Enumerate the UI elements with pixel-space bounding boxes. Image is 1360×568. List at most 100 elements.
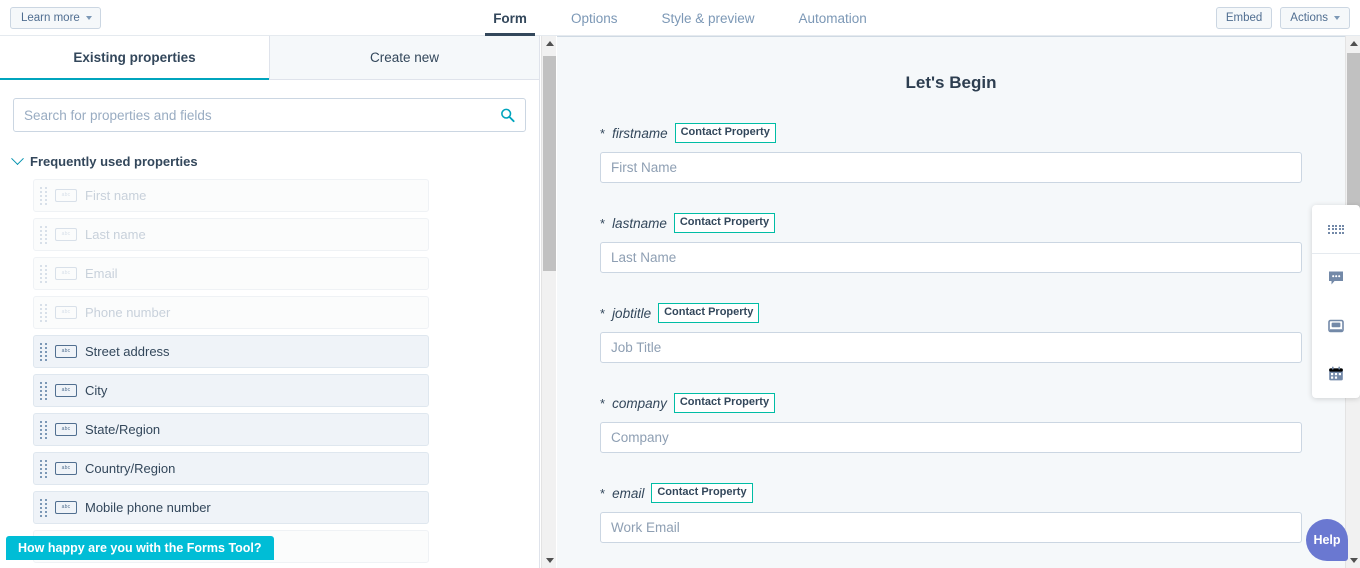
- feedback-banner[interactable]: How happy are you with the Forms Tool?: [6, 536, 274, 560]
- field-label-row: * email Contact Property: [600, 483, 1302, 503]
- email-input[interactable]: Work Email: [600, 512, 1302, 543]
- form-field-jobtitle: * jobtitle Contact Property Job Title: [600, 273, 1302, 363]
- field-name-label: lastname: [612, 215, 667, 231]
- lastname-input[interactable]: Last Name: [600, 242, 1302, 273]
- field-name-label: jobtitle: [612, 305, 652, 321]
- main-nav-tabs: Form Options Style & preview Automation: [0, 0, 1360, 36]
- text-field-icon: abc: [55, 306, 77, 319]
- list-item[interactable]: abc State/Region: [33, 413, 429, 446]
- form-preview: Let's Begin * firstname Contact Property…: [557, 36, 1345, 568]
- scroll-up-arrow-icon[interactable]: [1346, 36, 1360, 51]
- list-item[interactable]: abc Street address: [33, 335, 429, 368]
- field-name-label: company: [612, 395, 667, 411]
- list-item: abc Last name: [33, 218, 429, 251]
- field-label-row: * firstname Contact Property: [600, 123, 1302, 143]
- frequently-used-properties-header[interactable]: Frequently used properties: [0, 132, 539, 179]
- required-indicator: *: [600, 215, 606, 231]
- scroll-down-arrow-icon[interactable]: [542, 553, 557, 568]
- list-item: abc Phone number: [33, 296, 429, 329]
- panel-tab-existing-properties[interactable]: Existing properties: [0, 36, 269, 80]
- toolbar-chat-button[interactable]: [1312, 254, 1360, 302]
- required-indicator: *: [600, 395, 606, 411]
- text-field-icon: abc: [55, 228, 77, 241]
- embed-button[interactable]: Embed: [1215, 7, 1273, 29]
- search-icon[interactable]: [500, 108, 515, 123]
- panel-tab-existing-properties-label: Existing properties: [73, 49, 196, 65]
- list-item: abc Email: [33, 257, 429, 290]
- list-item-label: State/Region: [85, 422, 161, 437]
- chevron-down-icon: [1334, 16, 1340, 20]
- drag-handle-icon[interactable]: [40, 381, 47, 400]
- form-field-email: * email Contact Property Work Email: [600, 453, 1302, 543]
- field-name-label: firstname: [612, 125, 668, 141]
- list-item-label: Email: [85, 266, 118, 281]
- top-bar-actions: Embed Actions: [1215, 0, 1350, 36]
- toolbar-drag-handle[interactable]: [1312, 205, 1360, 253]
- drag-handle-icon[interactable]: [40, 498, 47, 517]
- required-indicator: *: [600, 485, 606, 501]
- company-input[interactable]: Company: [600, 422, 1302, 453]
- drag-handle-icon[interactable]: [40, 459, 47, 478]
- status-badge[interactable]: Contact Property: [651, 483, 753, 503]
- toolbar-popup-button[interactable]: [1312, 302, 1360, 350]
- text-field-icon: abc: [55, 423, 77, 436]
- search-box[interactable]: [13, 98, 526, 132]
- list-item-label: Country/Region: [85, 461, 176, 476]
- list-item: abc First name: [33, 179, 429, 212]
- scrollbar-thumb[interactable]: [1347, 53, 1360, 225]
- text-field-icon: abc: [55, 345, 77, 358]
- tab-automation[interactable]: Automation: [777, 0, 889, 36]
- field-label-row: * lastname Contact Property: [600, 213, 1302, 233]
- form-field-firstname: * firstname Contact Property First Name: [600, 93, 1302, 183]
- feedback-banner-label: How happy are you with the Forms Tool?: [18, 541, 262, 555]
- scroll-down-arrow-icon[interactable]: [1346, 553, 1360, 568]
- status-badge[interactable]: Contact Property: [673, 213, 776, 233]
- list-item[interactable]: abc Mobile phone number: [33, 491, 429, 524]
- list-item-label: City: [85, 383, 108, 398]
- search-section: [0, 80, 539, 132]
- embed-label: Embed: [1225, 12, 1263, 24]
- tab-form-label: Form: [493, 10, 527, 26]
- drag-handle-icon: [40, 225, 47, 244]
- list-item[interactable]: abc Country/Region: [33, 452, 429, 485]
- drag-handle-icon[interactable]: [40, 420, 47, 439]
- status-badge[interactable]: Contact Property: [658, 303, 760, 323]
- panel-tabs: Existing properties Create new: [0, 36, 539, 80]
- tab-options[interactable]: Options: [549, 0, 640, 36]
- text-field-icon: abc: [55, 267, 77, 280]
- drag-handle-icon: [40, 186, 47, 205]
- popup-window-icon: [1328, 319, 1344, 333]
- drag-handle-icon[interactable]: [40, 342, 47, 361]
- scroll-up-arrow-icon[interactable]: [542, 36, 557, 51]
- scrollbar-thumb[interactable]: [543, 56, 556, 271]
- list-item-label: Mobile phone number: [85, 500, 211, 515]
- chevron-down-icon: [11, 152, 24, 166]
- actions-button[interactable]: Actions: [1280, 7, 1350, 29]
- firstname-input[interactable]: First Name: [600, 152, 1302, 183]
- list-item[interactable]: abc City: [33, 374, 429, 407]
- panel-tab-create-new[interactable]: Create new: [269, 36, 539, 80]
- drag-grid-icon: [1328, 224, 1344, 234]
- status-badge[interactable]: Contact Property: [674, 123, 776, 143]
- status-badge[interactable]: Contact Property: [673, 393, 776, 413]
- tab-form[interactable]: Form: [471, 0, 549, 36]
- learn-more-button[interactable]: Learn more: [10, 6, 101, 29]
- help-button-label: Help: [1313, 533, 1341, 547]
- list-item-label: Street address: [85, 344, 170, 359]
- properties-panel: Existing properties Create new Frequentl…: [0, 36, 540, 568]
- chevron-down-icon: [85, 15, 92, 20]
- tab-style-preview[interactable]: Style & preview: [639, 0, 776, 36]
- toolbar-calendar-button[interactable]: [1312, 350, 1360, 398]
- drag-handle-icon: [40, 303, 47, 322]
- page-title: Let's Begin: [905, 73, 997, 92]
- required-indicator: *: [600, 305, 606, 321]
- left-panel-scrollbar[interactable]: [541, 36, 556, 568]
- form-field-lastname: * lastname Contact Property Last Name: [600, 183, 1302, 273]
- form-field-company: * company Contact Property Company: [600, 363, 1302, 453]
- help-button[interactable]: Help: [1306, 519, 1348, 561]
- field-label-row: * jobtitle Contact Property: [600, 303, 1302, 323]
- field-name-label: email: [612, 485, 645, 501]
- search-input[interactable]: [14, 99, 525, 131]
- jobtitle-input[interactable]: Job Title: [600, 332, 1302, 363]
- list-item-label: Last name: [85, 227, 146, 242]
